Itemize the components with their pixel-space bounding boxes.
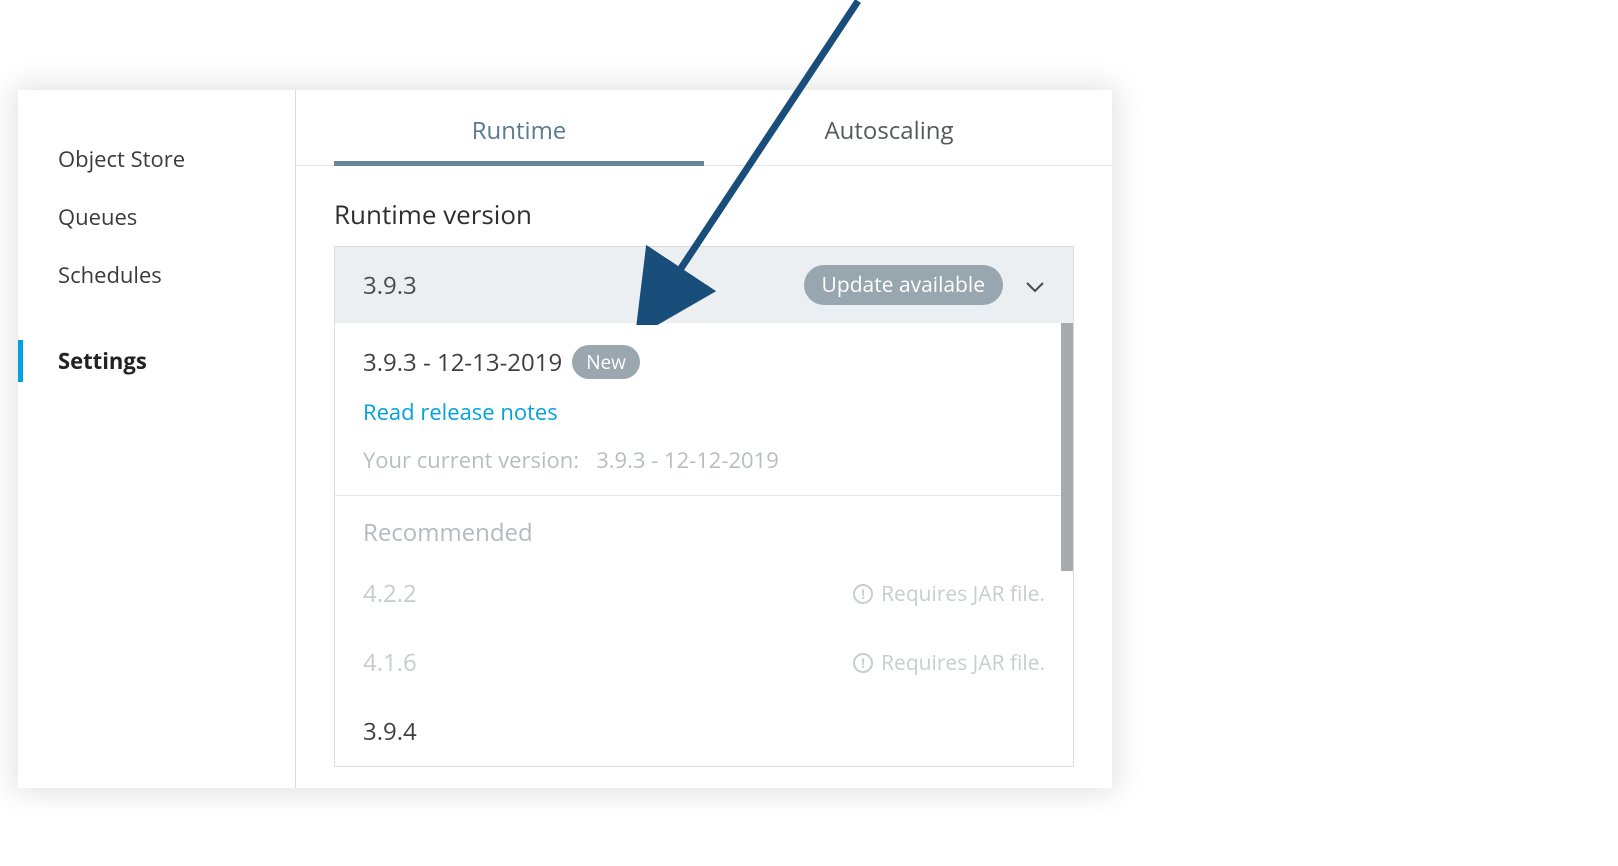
version-name: 3.9.4: [363, 715, 417, 748]
current-version-label: Your current version:: [363, 445, 579, 475]
version-name: 4.1.6: [363, 646, 417, 679]
sidebar-item-settings[interactable]: Settings: [18, 332, 295, 390]
requires-jar-note: ! Requires JAR file.: [853, 580, 1045, 608]
current-version-value: 3.9.3 - 12-12-2019: [596, 445, 779, 475]
settings-panel: Object Store Queues Schedules Settings R…: [18, 90, 1112, 788]
warning-icon: !: [853, 653, 873, 673]
runtime-version-label: Runtime version: [334, 196, 1074, 232]
runtime-version-dropdown: 3.9.3 Update available 3.9.3 - 12-13-201…: [334, 246, 1074, 767]
requires-jar-note: ! Requires JAR file.: [853, 649, 1045, 677]
tab-autoscaling[interactable]: Autoscaling: [704, 94, 1074, 165]
warning-icon: !: [853, 584, 873, 604]
sidebar-item-queues[interactable]: Queues: [18, 188, 295, 246]
version-option-3-9-4[interactable]: 3.9.4: [335, 697, 1073, 766]
main-content: Runtime Autoscaling Runtime version 3.9.…: [296, 90, 1112, 788]
tab-bar: Runtime Autoscaling: [296, 94, 1112, 166]
chevron-down-icon: [1025, 272, 1045, 299]
runtime-content: Runtime version 3.9.3 Update available: [296, 166, 1112, 767]
version-option-4-1-6: 4.1.6 ! Requires JAR file.: [335, 628, 1073, 697]
version-option-4-2-2: 4.2.2 ! Requires JAR file.: [335, 559, 1073, 628]
current-version-line: Your current version: 3.9.3 - 12-12-2019: [363, 445, 1045, 475]
version-dropdown-header[interactable]: 3.9.3 Update available: [335, 247, 1073, 323]
update-available-badge: Update available: [804, 265, 1003, 305]
sidebar: Object Store Queues Schedules Settings: [18, 90, 296, 788]
sidebar-item-object-store[interactable]: Object Store: [18, 130, 295, 188]
new-badge: New: [572, 345, 640, 379]
tab-runtime[interactable]: Runtime: [334, 94, 704, 165]
latest-version-block: 3.9.3 - 12-13-2019 New Read release note…: [335, 323, 1073, 495]
sidebar-item-schedules[interactable]: Schedules: [18, 246, 295, 304]
version-name: 4.2.2: [363, 577, 417, 610]
version-dropdown-body: 3.9.3 - 12-13-2019 New Read release note…: [335, 323, 1073, 766]
scrollbar-thumb[interactable]: [1061, 323, 1073, 571]
read-release-notes-link[interactable]: Read release notes: [363, 397, 1045, 427]
recommended-label: Recommended: [335, 496, 1073, 559]
selected-version: 3.9.3: [363, 269, 417, 302]
latest-version-text: 3.9.3 - 12-13-2019: [363, 346, 562, 379]
